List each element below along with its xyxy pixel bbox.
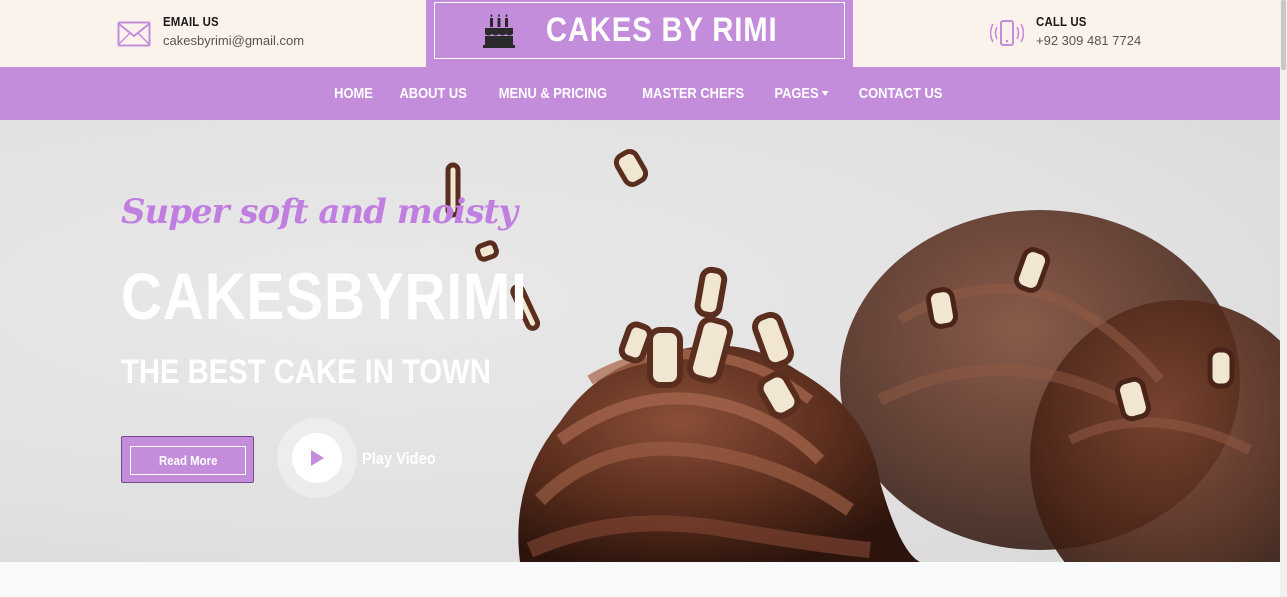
read-more-label: Read More [158, 453, 218, 468]
brand-block[interactable]: CAKES BY RIMI [426, 0, 853, 67]
play-video-label[interactable]: Play Video [362, 449, 436, 469]
main-nav: HOME ABOUT US MENU & PRICING MASTER CHEF… [0, 67, 1280, 120]
nav-pages-label: PAGES [774, 85, 820, 102]
page-scrollbar[interactable] [1280, 0, 1287, 597]
play-video-button[interactable] [277, 418, 357, 498]
phone-icon [990, 17, 1024, 51]
read-more-inner: Read More [130, 446, 246, 475]
phone-label: CALL US [1036, 13, 1087, 29]
phone-contact: CALL US +92 309 481 7724 [990, 0, 1141, 67]
nav-about-us[interactable]: ABOUT US [392, 85, 475, 102]
hero-tagline: Super soft and moisty [121, 192, 518, 232]
hero-title: CAKESBYRIMI [121, 259, 528, 333]
hero-subtitle: THE BEST CAKE IN TOWN [121, 353, 491, 391]
nav-contact-us[interactable]: CONTACT US [851, 85, 950, 102]
play-icon [311, 450, 324, 466]
envelope-icon [117, 17, 151, 51]
email-contact: EMAIL US cakesbyrimi@gmail.com [117, 0, 304, 67]
cupcake-image [445, 149, 1280, 562]
chevron-down-icon [822, 91, 830, 96]
hero-banner: Super soft and moisty CAKESBYRIMI THE BE… [0, 120, 1280, 562]
top-bar: EMAIL US cakesbyrimi@gmail.com CAKES BY … [0, 0, 1280, 67]
nav-pages-dropdown[interactable]: PAGES [767, 85, 837, 102]
brand-name: CAKES BY RIMI [545, 11, 778, 49]
birthday-cake-icon [482, 13, 515, 48]
read-more-button[interactable]: Read More [121, 436, 254, 483]
scrollbar-thumb[interactable] [1281, 0, 1286, 70]
nav-menu-pricing[interactable]: MENU & PRICING [491, 85, 615, 102]
nav-master-chefs[interactable]: MASTER CHEFS [635, 85, 752, 102]
phone-value[interactable]: +92 309 481 7724 [1036, 33, 1141, 50]
email-label: EMAIL US [163, 13, 219, 29]
brand-logo[interactable]: CAKES BY RIMI [434, 2, 845, 59]
nav-home[interactable]: HOME [326, 85, 380, 102]
play-disc [292, 433, 342, 483]
email-value[interactable]: cakesbyrimi@gmail.com [163, 33, 304, 50]
